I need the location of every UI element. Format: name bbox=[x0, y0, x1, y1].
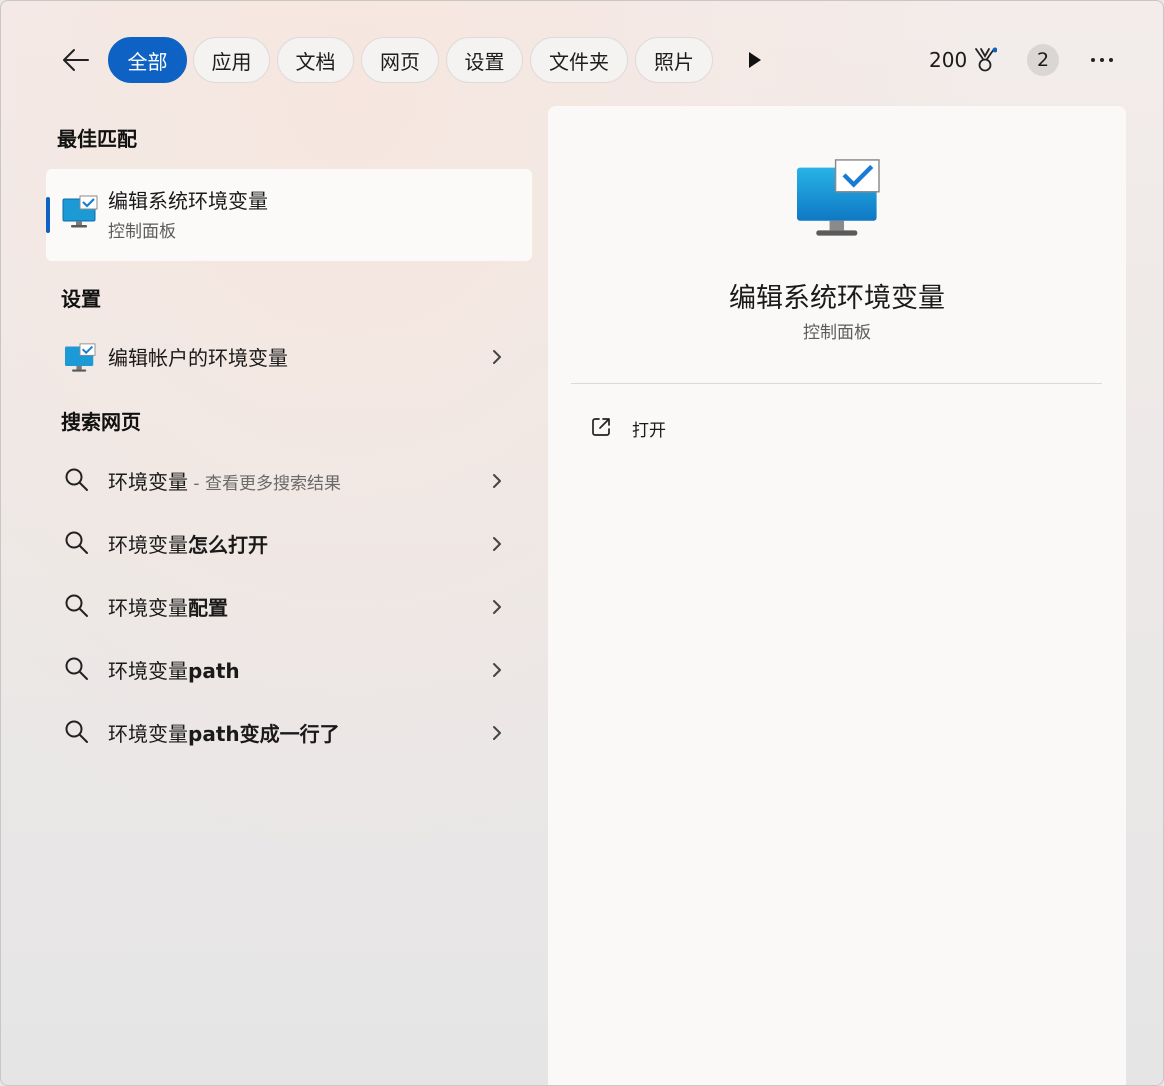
web-result-text: 环境变量 bbox=[108, 533, 188, 557]
web-search-heading: 搜索网页 bbox=[61, 410, 141, 434]
more-filters-button[interactable] bbox=[741, 47, 767, 73]
tab-apps[interactable]: 应用 bbox=[193, 37, 270, 83]
open-action-label: 打开 bbox=[632, 421, 666, 441]
chevron-right-icon bbox=[493, 726, 501, 740]
selection-indicator bbox=[46, 197, 50, 233]
detail-title: 编辑系统环境变量 bbox=[729, 283, 945, 314]
search-icon bbox=[65, 657, 88, 680]
web-result-text: 环境变量 bbox=[108, 470, 188, 494]
play-icon bbox=[749, 52, 761, 68]
web-result[interactable]: 环境变量path bbox=[46, 642, 532, 698]
settings-result-label: 编辑帐户的环境变量 bbox=[108, 346, 288, 370]
search-icon bbox=[65, 594, 88, 617]
open-action[interactable]: 打开 bbox=[588, 406, 788, 448]
search-icon bbox=[65, 468, 88, 491]
tab-web[interactable]: 网页 bbox=[361, 37, 439, 83]
chevron-right-icon bbox=[493, 600, 501, 614]
web-result[interactable]: 环境变量配置 bbox=[46, 579, 532, 635]
settings-result[interactable]: 编辑帐户的环境变量 bbox=[46, 329, 532, 385]
web-result[interactable]: 环境变量 - 查看更多搜索结果 bbox=[46, 453, 532, 509]
tab-photos[interactable]: 照片 bbox=[635, 37, 713, 83]
filter-bar: 全部 应用 文档 网页 设置 文件夹 照片 200 2 bbox=[1, 37, 1163, 85]
detail-subtitle: 控制面板 bbox=[803, 323, 871, 343]
web-result-text: 环境变量 bbox=[108, 596, 188, 620]
monitor-check-icon bbox=[792, 158, 884, 244]
web-result-completion: 配置 bbox=[188, 596, 228, 620]
best-match-subtitle: 控制面板 bbox=[108, 222, 176, 242]
web-result[interactable]: 环境变量怎么打开 bbox=[46, 516, 532, 572]
avatar-text: 2 bbox=[1036, 49, 1050, 71]
web-result-text: 环境变量 bbox=[108, 659, 188, 683]
monitor-check-icon bbox=[64, 343, 96, 377]
chevron-right-icon bbox=[493, 350, 501, 364]
web-result-hint: - 查看更多搜索结果 bbox=[188, 474, 341, 494]
search-icon bbox=[65, 531, 88, 554]
detail-panel: 编辑系统环境变量 控制面板 打开 bbox=[548, 106, 1126, 1085]
divider bbox=[571, 383, 1102, 384]
web-result-completion: 怎么打开 bbox=[188, 533, 268, 557]
chevron-right-icon bbox=[493, 537, 501, 551]
web-result-completion: path变成一行了 bbox=[188, 722, 340, 746]
monitor-check-icon bbox=[62, 195, 98, 233]
tab-folders[interactable]: 文件夹 bbox=[530, 37, 628, 83]
rewards-points[interactable]: 200 bbox=[929, 47, 998, 73]
back-arrow-icon bbox=[63, 49, 89, 71]
chevron-right-icon bbox=[493, 474, 501, 488]
more-options-button[interactable] bbox=[1087, 45, 1117, 75]
search-window: 全部 应用 文档 网页 设置 文件夹 照片 200 2 最佳匹配 编辑系统环境变… bbox=[0, 0, 1164, 1086]
best-match-title: 编辑系统环境变量 bbox=[108, 189, 268, 213]
tab-documents[interactable]: 文档 bbox=[277, 37, 354, 83]
settings-heading: 设置 bbox=[61, 287, 101, 311]
web-result-completion: path bbox=[188, 659, 240, 683]
points-value: 200 bbox=[929, 48, 968, 72]
open-external-icon bbox=[592, 418, 610, 436]
chevron-right-icon bbox=[493, 663, 501, 677]
best-match-result[interactable]: 编辑系统环境变量 控制面板 bbox=[46, 169, 532, 261]
back-button[interactable] bbox=[59, 45, 93, 75]
account-avatar[interactable]: 2 bbox=[1027, 44, 1059, 76]
ellipsis-icon bbox=[1091, 58, 1113, 62]
search-icon bbox=[65, 720, 88, 743]
tab-all[interactable]: 全部 bbox=[108, 37, 187, 83]
best-match-heading: 最佳匹配 bbox=[57, 127, 137, 151]
web-result[interactable]: 环境变量path变成一行了 bbox=[46, 705, 532, 761]
tab-settings[interactable]: 设置 bbox=[446, 37, 523, 83]
web-result-text: 环境变量 bbox=[108, 722, 188, 746]
medal-icon bbox=[975, 47, 998, 72]
